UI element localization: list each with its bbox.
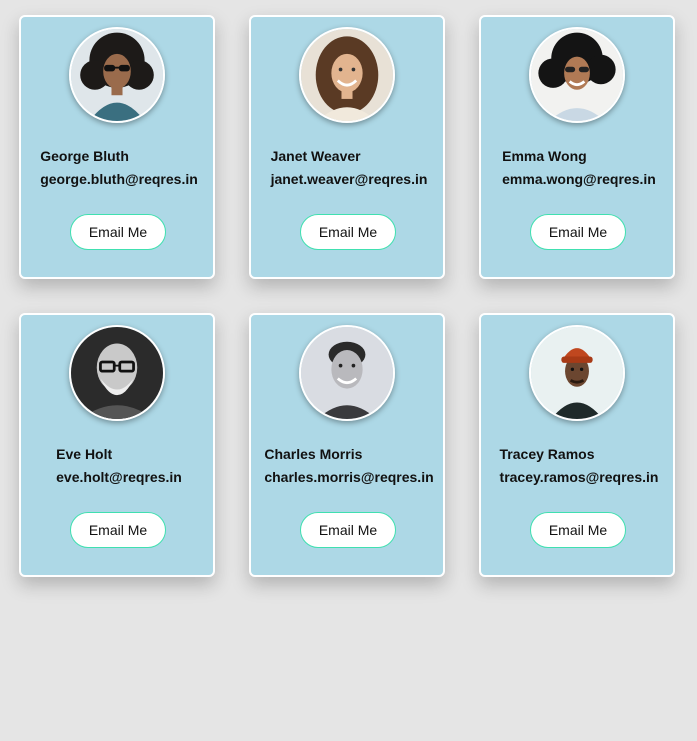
email-me-button[interactable]: Email Me [300, 214, 396, 250]
user-card: George Bluth george.bluth@reqres.in Emai… [19, 15, 215, 279]
avatar [529, 27, 625, 123]
user-card: Janet Weaver janet.weaver@reqres.in Emai… [249, 15, 445, 279]
user-card: Charles Morris charles.morris@reqres.in … [249, 313, 445, 577]
email-me-button[interactable]: Email Me [530, 214, 626, 250]
avatar-photo [71, 29, 163, 121]
user-name: Emma Wong [502, 148, 587, 164]
email-me-button[interactable]: Email Me [70, 214, 166, 250]
user-email: eve.holt@reqres.in [56, 469, 182, 485]
user-card: Emma Wong emma.wong@reqres.in Email Me [479, 15, 675, 279]
user-email: charles.morris@reqres.in [264, 469, 434, 485]
avatar-photo [301, 29, 393, 121]
user-email: george.bluth@reqres.in [40, 171, 198, 187]
user-name: Eve Holt [56, 446, 113, 462]
avatar-photo [71, 327, 163, 419]
avatar-photo [531, 327, 623, 419]
email-me-button[interactable]: Email Me [300, 512, 396, 548]
avatar-photo [531, 29, 623, 121]
avatar [529, 325, 625, 421]
user-email: emma.wong@reqres.in [502, 171, 656, 187]
user-name: George Bluth [40, 148, 129, 164]
user-name: Tracey Ramos [499, 446, 595, 462]
user-email: janet.weaver@reqres.in [270, 171, 428, 187]
user-card: Eve Holt eve.holt@reqres.in Email Me [19, 313, 215, 577]
user-name: Charles Morris [264, 446, 363, 462]
avatar [69, 325, 165, 421]
avatar-photo [301, 327, 393, 419]
avatar [69, 27, 165, 123]
user-card: Tracey Ramos tracey.ramos@reqres.in Emai… [479, 313, 675, 577]
user-name: Janet Weaver [270, 148, 361, 164]
avatar [299, 27, 395, 123]
avatar [299, 325, 395, 421]
user-card-grid: George Bluth george.bluth@reqres.in Emai… [0, 0, 697, 741]
email-me-button[interactable]: Email Me [530, 512, 626, 548]
email-me-button[interactable]: Email Me [70, 512, 166, 548]
user-email: tracey.ramos@reqres.in [499, 469, 659, 485]
